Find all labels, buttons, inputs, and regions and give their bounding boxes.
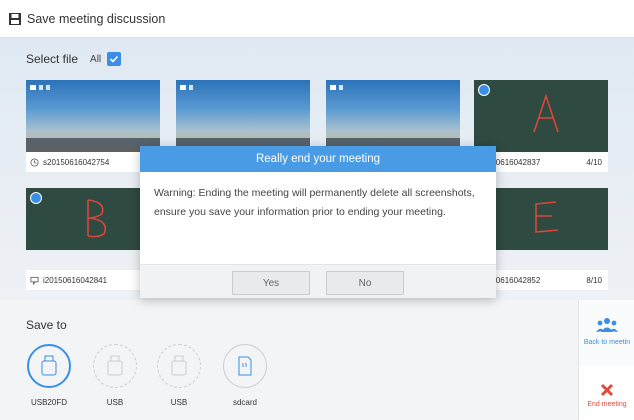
- no-button[interactable]: No: [326, 271, 404, 295]
- dialog-button-bar: Yes No: [140, 264, 496, 298]
- yes-button[interactable]: Yes: [232, 271, 310, 295]
- end-meeting-dialog: Really end your meeting Warning: Ending …: [140, 146, 496, 298]
- modal-overlay: Really end your meeting Warning: Ending …: [0, 0, 634, 420]
- dialog-title: Really end your meeting: [140, 146, 496, 172]
- dialog-message: Warning: Ending the meeting will permane…: [154, 187, 475, 218]
